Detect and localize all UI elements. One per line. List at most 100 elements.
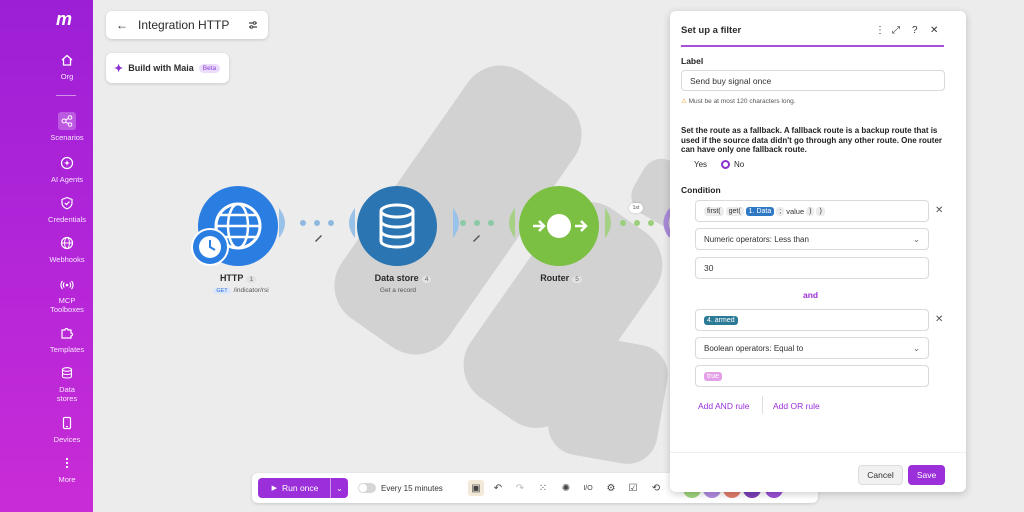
panel-title: Set up a filter <box>681 25 742 36</box>
lightbulb-icon[interactable]: ✺ <box>558 480 574 496</box>
sidebar-item-devices[interactable]: Devices <box>42 416 92 444</box>
sidebar-item-templates[interactable]: Templates <box>42 326 92 354</box>
history-icon[interactable]: ⟲ <box>648 480 664 496</box>
data-store-module[interactable] <box>357 186 437 266</box>
sidebar-item-credentials[interactable]: Credentials <box>42 196 92 224</box>
sidebar: m Org Scenarios AI Agents Credentials We… <box>0 0 93 512</box>
sidebar-item-ai-agents[interactable]: AI Agents <box>42 156 92 184</box>
notes-icon[interactable]: ▣ <box>468 480 484 496</box>
schedule-toggle[interactable]: Every 15 minutes <box>358 478 448 498</box>
rule1-expression-field[interactable]: first( get( 1. Data ; value ) ) <box>695 200 929 222</box>
more-icon <box>65 457 69 469</box>
undo-icon[interactable]: ↶ <box>490 480 506 496</box>
module-badge: 5 <box>572 276 582 283</box>
sidebar-item-mcp-toolboxes[interactable]: MCP Toolboxes <box>42 277 92 314</box>
sparkle-icon <box>60 156 74 170</box>
radio-dot[interactable] <box>681 160 690 169</box>
fallback-no-radio[interactable]: No <box>721 160 744 169</box>
function-chip: get( <box>725 206 744 216</box>
module-badge: 1 <box>246 276 257 283</box>
radio-label: Yes <box>694 160 708 169</box>
make-logo[interactable]: m <box>56 9 72 30</box>
sidebar-item-webhooks[interactable]: Webhooks <box>42 236 92 264</box>
cancel-button[interactable]: Cancel <box>858 465 903 485</box>
operator-value: Boolean operators: Equal to <box>704 343 804 353</box>
database-icon <box>61 367 73 379</box>
schedule-clock-icon[interactable] <box>191 228 229 266</box>
rule-divider <box>762 396 763 414</box>
home-icon <box>61 54 73 66</box>
sidebar-item-label: More <box>58 475 76 484</box>
rule2-operator-select[interactable]: Boolean operators: Equal to ⌄ <box>695 337 929 359</box>
more-vertical-icon[interactable]: ⋮ <box>875 25 885 36</box>
rule2-value-input[interactable]: true <box>695 365 929 387</box>
sidebar-item-label: Devices <box>53 435 81 444</box>
help-icon[interactable]: ? <box>912 25 918 36</box>
sidebar-item-scenarios[interactable]: Scenarios <box>42 112 92 142</box>
redo-icon[interactable]: ↷ <box>512 480 528 496</box>
sidebar-item-data-stores[interactable]: Data stores <box>42 366 92 403</box>
rule2-expression-field[interactable]: 4. armed <box>695 309 929 331</box>
module-name: Data store <box>374 273 419 283</box>
radio-dot[interactable] <box>721 160 730 169</box>
sidebar-item-label: Scenarios <box>50 133 84 142</box>
module-badge: 4 <box>421 276 432 283</box>
signal-icon <box>60 280 74 290</box>
and-separator: and <box>803 290 819 300</box>
sidebar-item-label: Credentials <box>48 215 86 224</box>
sidebar-item-label: Webhooks <box>49 255 85 264</box>
database-icon <box>379 203 415 249</box>
sidebar-item-label: MCP Toolboxes <box>50 296 84 314</box>
close-icon[interactable]: ✕ <box>930 25 938 36</box>
run-once-button[interactable]: ▶ Run once ⌄ <box>258 478 348 498</box>
module-sublabel-data-store: Get a record <box>379 287 417 294</box>
gear-icon[interactable]: ⚙ <box>603 480 619 496</box>
sidebar-divider <box>56 95 76 96</box>
rule1-value-input[interactable]: 30 <box>695 257 929 279</box>
http-method-badge: GET <box>213 288 231 294</box>
operator-value: Numeric operators: Less than <box>704 234 809 244</box>
module-label-http: HTTP 1 <box>213 273 263 283</box>
label-hint-text: Must be at most 120 characters long. <box>688 98 796 105</box>
rule1-operator-select[interactable]: Numeric operators: Less than ⌄ <box>695 228 929 250</box>
radio-label: No <box>734 160 745 169</box>
condition-heading: Condition <box>681 185 721 195</box>
label-hint: ⚠ Must be at most 120 characters long. <box>681 97 796 105</box>
add-and-rule-button[interactable]: Add AND rule <box>698 401 750 411</box>
run-label: Run once <box>282 483 319 493</box>
play-icon: ▶ <box>271 485 277 492</box>
save-button[interactable]: Save <box>908 465 945 485</box>
chevron-down-icon: ⌄ <box>912 342 920 353</box>
expand-icon[interactable]: ⤢ <box>892 25 900 36</box>
remove-rule1-icon[interactable]: ✕ <box>935 205 943 216</box>
separator-chip: ; <box>776 206 785 216</box>
run-options-chevron-icon[interactable]: ⌄ <box>330 478 348 498</box>
remove-rule2-icon[interactable]: ✕ <box>935 314 943 325</box>
io-icon[interactable]: I/O <box>580 480 596 496</box>
function-chip: first( <box>704 206 724 216</box>
phone-icon <box>62 416 72 430</box>
route-order-label[interactable]: 1st <box>629 203 643 213</box>
fallback-description: Set the route as a fallback. A fallback … <box>681 126 943 154</box>
http-path: /indicator/rsi <box>233 287 269 294</box>
sidebar-item-more[interactable]: More <box>42 456 92 484</box>
check-square-icon[interactable]: ☑ <box>625 480 641 496</box>
label-heading: Label <box>681 56 704 66</box>
sidebar-item-org[interactable]: Org <box>42 53 92 81</box>
schedule-label: Every 15 minutes <box>381 483 443 493</box>
keyword-chip: true <box>704 371 723 381</box>
globe-icon <box>60 236 74 250</box>
data-chip: 1. Data <box>745 206 775 216</box>
add-or-rule-button[interactable]: Add OR rule <box>773 401 820 411</box>
sidebar-item-label: AI Agents <box>50 175 84 184</box>
router-module[interactable] <box>519 186 599 266</box>
grid-icon[interactable]: ⁙ <box>535 480 551 496</box>
panel-divider <box>681 45 944 47</box>
schedule-switch[interactable] <box>358 483 376 493</box>
label-input[interactable]: Send buy signal once <box>681 70 945 91</box>
footer-divider <box>670 452 966 453</box>
module-sublabel-http: GET/indicator/rsi <box>201 287 281 294</box>
filter-panel: Set up a filter ⋮ ⤢ ? ✕ Label Send buy s… <box>670 11 966 492</box>
share-icon <box>58 112 76 130</box>
fallback-yes-radio[interactable]: Yes <box>681 160 707 169</box>
